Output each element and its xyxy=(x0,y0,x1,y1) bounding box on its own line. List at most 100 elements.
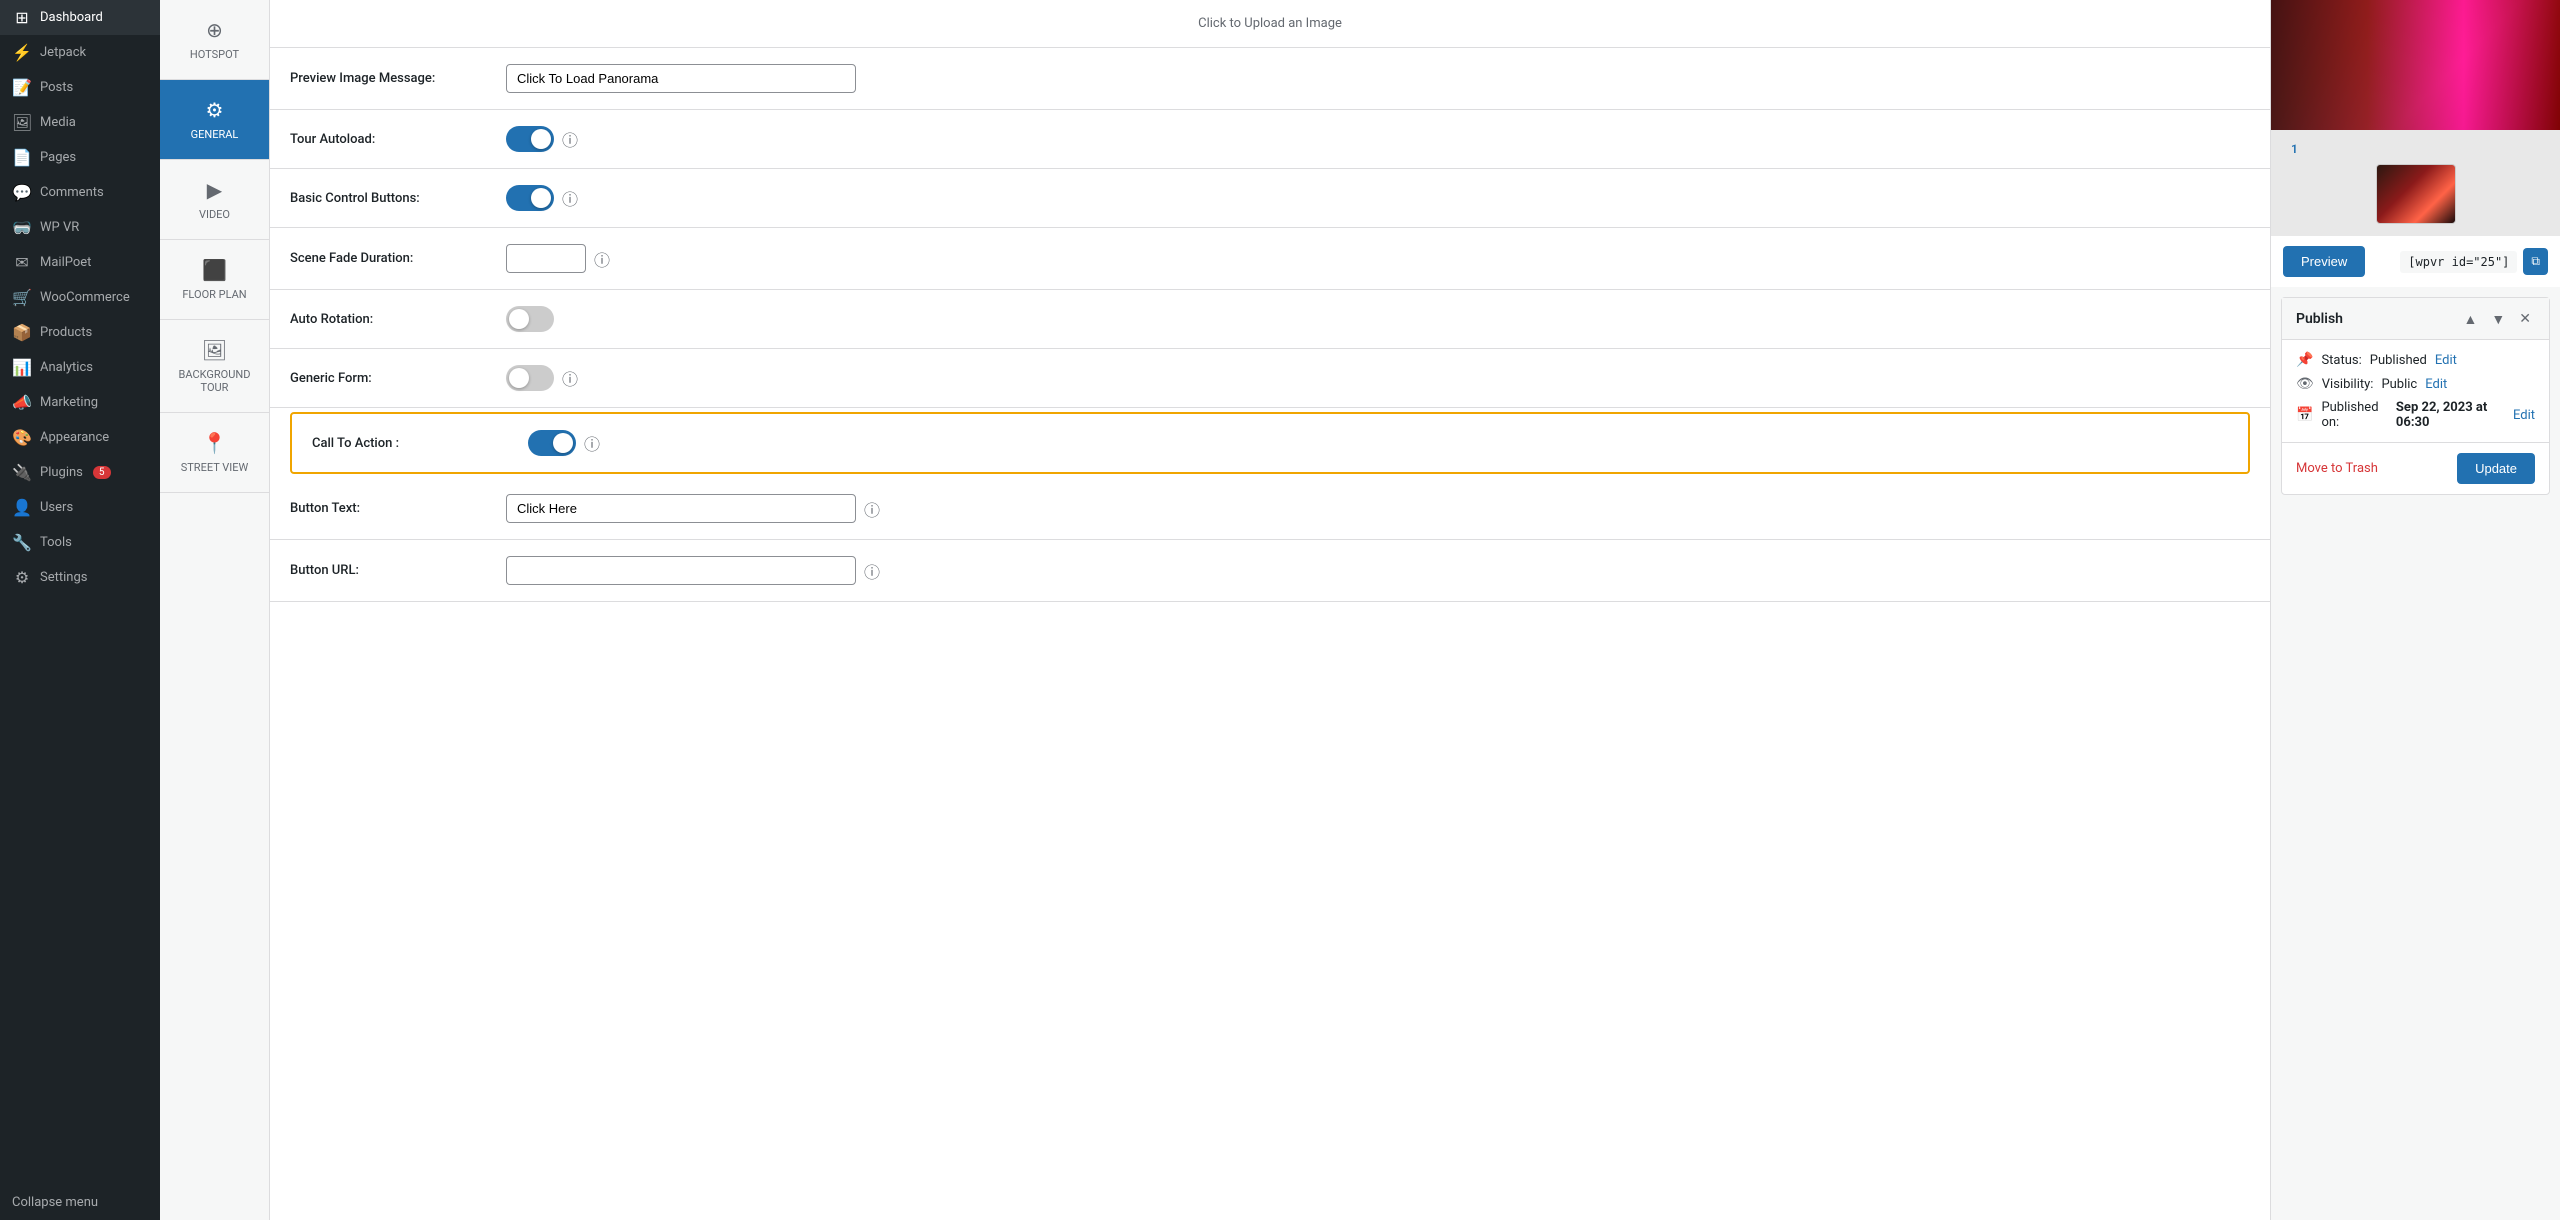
media-icon: 🖼 xyxy=(12,113,32,132)
button-text-info-icon[interactable]: ⓘ xyxy=(864,497,880,521)
visibility-value: Public xyxy=(2381,377,2417,392)
publish-controls: ▲ ▼ ✕ xyxy=(2460,308,2535,329)
button-url-info-icon[interactable]: ⓘ xyxy=(864,559,880,583)
tab-street-view[interactable]: 📍 STREET VIEW xyxy=(160,413,269,493)
sidebar-item-appearance[interactable]: 🎨 Appearance xyxy=(0,420,160,455)
background-tour-tab-icon: 🖼 xyxy=(202,338,227,362)
publish-collapse-down-button[interactable]: ▼ xyxy=(2487,308,2509,329)
tab-general[interactable]: ⚙ GENERAL xyxy=(160,80,269,160)
collapse-menu-button[interactable]: Collapse menu xyxy=(0,1185,160,1220)
sidebar-item-settings[interactable]: ⚙ Settings xyxy=(0,560,160,595)
generic-form-row: Generic Form: ⓘ xyxy=(270,349,2270,408)
publish-collapse-up-button[interactable]: ▲ xyxy=(2460,308,2482,329)
call-to-action-control: ⓘ xyxy=(528,430,2228,456)
published-on-label: Published on: xyxy=(2321,400,2387,430)
auto-rotation-toggle[interactable] xyxy=(506,306,554,332)
sidebar-item-users[interactable]: 👤 Users xyxy=(0,490,160,525)
published-on-date: Sep 22, 2023 at 06:30 xyxy=(2396,400,2505,430)
street-view-tab-icon: 📍 xyxy=(202,431,227,455)
hotspot-tab-icon: ⊕ xyxy=(206,18,223,42)
right-sidebar: 1 Preview [wpvr id="25"] ⧉ Publish ▲ ▼ ✕… xyxy=(2270,0,2560,1220)
move-to-trash-link[interactable]: Move to Trash xyxy=(2296,461,2378,476)
preview-button[interactable]: Preview xyxy=(2283,246,2365,277)
sidebar-item-posts[interactable]: 📝 Posts xyxy=(0,70,160,105)
tab-street-view-label: STREET VIEW xyxy=(181,461,249,474)
preview-image-message-label: Preview Image Message: xyxy=(290,71,490,86)
scene-fade-duration-info-icon[interactable]: ⓘ xyxy=(594,247,610,271)
button-text-input[interactable] xyxy=(506,494,856,523)
tab-video[interactable]: ▶ VIDEO xyxy=(160,160,269,240)
copy-shortcode-button[interactable]: ⧉ xyxy=(2523,248,2548,275)
sidebar-label-products: Products xyxy=(40,325,92,340)
plugins-icon: 🔌 xyxy=(12,463,32,482)
status-label: Status: xyxy=(2321,353,2361,368)
publish-header: Publish ▲ ▼ ✕ xyxy=(2282,298,2549,340)
sidebar-item-plugins[interactable]: 🔌 Plugins 5 xyxy=(0,455,160,490)
sidebar-item-comments[interactable]: 💬 Comments xyxy=(0,175,160,210)
preview-image-message-control xyxy=(506,64,2250,93)
video-tab-icon: ▶ xyxy=(207,178,222,202)
published-on-row: 📅 Published on: Sep 22, 2023 at 06:30 Ed… xyxy=(2296,400,2535,430)
tab-hotspot[interactable]: ⊕ HOTSPOT xyxy=(160,0,269,80)
generic-form-info-icon[interactable]: ⓘ xyxy=(562,366,578,390)
publish-footer: Move to Trash Update xyxy=(2282,442,2549,494)
auto-rotation-row: Auto Rotation: xyxy=(270,290,2270,349)
tab-video-label: VIDEO xyxy=(199,208,230,221)
tour-autoload-info-icon[interactable]: ⓘ xyxy=(562,127,578,151)
button-text-label: Button Text: xyxy=(290,501,490,516)
update-button[interactable]: Update xyxy=(2457,453,2535,484)
sidebar-item-pages[interactable]: 📄 Pages xyxy=(0,140,160,175)
tab-floor-plan[interactable]: ⬛ FLOOR PLAN xyxy=(160,240,269,320)
plugins-badge: 5 xyxy=(93,466,111,479)
status-edit-link[interactable]: Edit xyxy=(2435,353,2457,368)
floor-plan-tab-icon: ⬛ xyxy=(202,258,227,282)
sidebar-label-woocommerce: WooCommerce xyxy=(40,290,130,305)
tab-background-tour[interactable]: 🖼 BACKGROUND TOUR xyxy=(160,320,269,413)
left-panel: ⊕ HOTSPOT ⚙ GENERAL ▶ VIDEO ⬛ FLOOR PLAN… xyxy=(160,0,270,1220)
call-to-action-toggle[interactable] xyxy=(528,430,576,456)
button-url-row: Button URL: ⓘ xyxy=(270,540,2270,602)
thumbnail-number: 1 xyxy=(2291,142,2298,156)
basic-control-buttons-toggle[interactable] xyxy=(506,185,554,211)
preview-image-message-input[interactable] xyxy=(506,64,856,93)
basic-control-buttons-row: Basic Control Buttons: ⓘ xyxy=(270,169,2270,228)
sidebar-item-marketing[interactable]: 📣 Marketing xyxy=(0,385,160,420)
sidebar-item-jetpack[interactable]: ⚡ Jetpack xyxy=(0,35,160,70)
tools-icon: 🔧 xyxy=(12,533,32,552)
sidebar-label-dashboard: Dashboard xyxy=(40,10,103,25)
mailpoet-icon: ✉ xyxy=(12,253,32,272)
sidebar-item-products[interactable]: 📦 Products xyxy=(0,315,160,350)
status-row: 📌 Status: Published Edit xyxy=(2296,352,2535,368)
button-url-input[interactable] xyxy=(506,556,856,585)
basic-control-buttons-info-icon[interactable]: ⓘ xyxy=(562,186,578,210)
shortcode-text: [wpvr id="25"] xyxy=(2400,251,2517,273)
scene-fade-duration-row: Scene Fade Duration: ⓘ xyxy=(270,228,2270,290)
sidebar-label-pages: Pages xyxy=(40,150,76,165)
jetpack-icon: ⚡ xyxy=(12,43,32,62)
marketing-icon: 📣 xyxy=(12,393,32,412)
upload-area[interactable]: Click to Upload an Image xyxy=(270,0,2270,48)
settings-icon: ⚙ xyxy=(12,568,32,587)
sidebar-item-tools[interactable]: 🔧 Tools xyxy=(0,525,160,560)
call-to-action-info-icon[interactable]: ⓘ xyxy=(584,431,600,455)
tab-general-label: GENERAL xyxy=(191,128,239,141)
published-on-edit-link[interactable]: Edit xyxy=(2513,408,2535,423)
scene-fade-duration-input[interactable] xyxy=(506,244,586,273)
dashboard-icon: ⊞ xyxy=(12,8,32,27)
main-content: Click to Upload an Image Preview Image M… xyxy=(270,0,2270,1220)
sidebar-item-dashboard[interactable]: ⊞ Dashboard xyxy=(0,0,160,35)
sidebar-label-media: Media xyxy=(40,115,76,130)
sidebar-item-woocommerce[interactable]: 🛒 WooCommerce xyxy=(0,280,160,315)
sidebar-item-wp-vr[interactable]: 🥽 WP VR xyxy=(0,210,160,245)
wp-vr-icon: 🥽 xyxy=(12,218,32,237)
sidebar-item-media[interactable]: 🖼 Media xyxy=(0,105,160,140)
generic-form-toggle[interactable] xyxy=(506,365,554,391)
sidebar-label-analytics: Analytics xyxy=(40,360,93,375)
visibility-edit-link[interactable]: Edit xyxy=(2425,377,2447,392)
sidebar-item-analytics[interactable]: 📊 Analytics xyxy=(0,350,160,385)
publish-close-button[interactable]: ✕ xyxy=(2515,308,2535,329)
preview-image-message-row: Preview Image Message: xyxy=(270,48,2270,110)
products-icon: 📦 xyxy=(12,323,32,342)
sidebar-item-mailpoet[interactable]: ✉ MailPoet xyxy=(0,245,160,280)
tour-autoload-toggle[interactable] xyxy=(506,126,554,152)
